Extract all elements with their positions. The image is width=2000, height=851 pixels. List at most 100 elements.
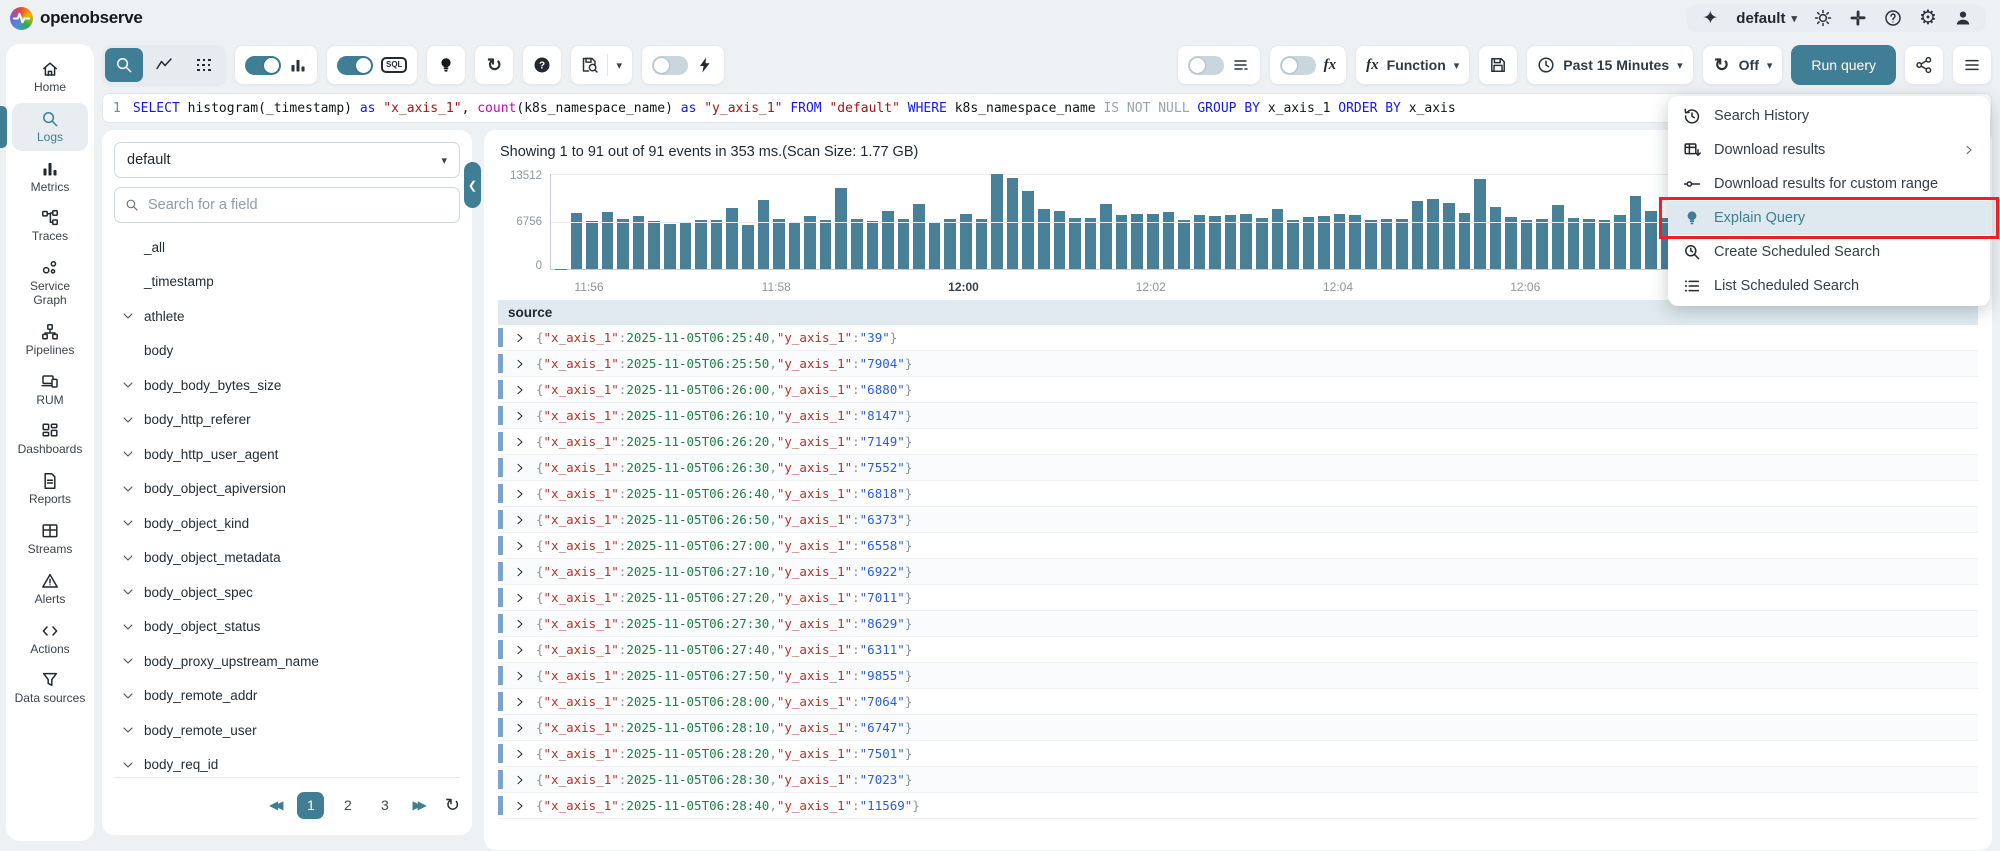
chevron-down-icon[interactable] (121, 689, 135, 703)
table-row[interactable]: {"x_axis_1":2025-11-05T06:27:00,"y_axis_… (498, 533, 1978, 559)
auto-refresh-dropdown[interactable]: ↻ Off ▾ (1702, 45, 1784, 85)
field-search-input[interactable] (148, 197, 449, 213)
expand-row-icon[interactable] (514, 410, 526, 422)
expand-row-icon[interactable] (514, 358, 526, 370)
theme-toggle-icon[interactable] (1814, 9, 1832, 27)
query-help-icon[interactable]: ? (533, 56, 551, 74)
expand-row-icon[interactable] (514, 670, 526, 682)
sidebar-item-rum[interactable]: RUM (12, 366, 88, 414)
chevron-down-icon[interactable] (121, 482, 135, 496)
expand-row-icon[interactable] (514, 644, 526, 656)
chevron-down-icon[interactable] (121, 309, 135, 323)
expand-row-icon[interactable] (514, 384, 526, 396)
table-row[interactable]: {"x_axis_1":2025-11-05T06:25:50,"y_axis_… (498, 351, 1978, 377)
first-page-icon[interactable]: ◀◀ (269, 798, 283, 812)
chevron-down-icon[interactable] (121, 758, 135, 772)
expand-row-icon[interactable] (514, 514, 526, 526)
field-item-body_body_bytes_size[interactable]: body_body_bytes_size (114, 368, 460, 403)
org-selector[interactable]: default ▾ (1736, 10, 1797, 27)
fx-toggle[interactable] (1280, 56, 1316, 75)
expand-row-icon[interactable] (514, 462, 526, 474)
sql-mode-toggle[interactable] (337, 56, 373, 75)
expand-row-icon[interactable] (514, 722, 526, 734)
chevron-down-icon[interactable] (121, 654, 135, 668)
page-button-2[interactable]: 2 (334, 792, 361, 819)
collapse-fields-panel-handle[interactable]: ❮ (464, 162, 481, 208)
wrap-lines-toggle[interactable] (1188, 56, 1224, 75)
expand-row-icon[interactable] (514, 566, 526, 578)
page-button-1[interactable]: 1 (297, 792, 324, 819)
settings-gear-icon[interactable]: ⚙ (1919, 9, 1937, 27)
table-row[interactable]: {"x_axis_1":2025-11-05T06:27:40,"y_axis_… (498, 637, 1978, 663)
sidebar-item-metrics[interactable]: Metrics (12, 153, 88, 201)
expand-row-icon[interactable] (514, 332, 526, 344)
field-item-athlete[interactable]: athlete (114, 299, 460, 334)
refresh-fields-icon[interactable]: ↻ (445, 795, 460, 816)
pattern-mode-button[interactable] (185, 48, 223, 82)
field-item-body_object_status[interactable]: body_object_status (114, 610, 460, 645)
table-row[interactable]: {"x_axis_1":2025-11-05T06:27:50,"y_axis_… (498, 663, 1978, 689)
field-item-body_remote_user[interactable]: body_remote_user (114, 713, 460, 748)
chevron-down-icon[interactable] (121, 551, 135, 565)
histogram-toggle[interactable] (245, 56, 281, 75)
table-row[interactable]: {"x_axis_1":2025-11-05T06:26:30,"y_axis_… (498, 455, 1978, 481)
last-page-icon[interactable]: ▶▶ (412, 798, 426, 812)
menu-item-download-results-for-custom-range[interactable]: Download results for custom range (1668, 167, 1990, 201)
menu-item-create-scheduled-search[interactable]: Create Scheduled Search (1668, 235, 1990, 269)
quick-mode-toggle[interactable] (652, 56, 688, 75)
field-item-body_object_spec[interactable]: body_object_spec (114, 575, 460, 610)
field-item-body_req_id[interactable]: body_req_id (114, 748, 460, 778)
expand-row-icon[interactable] (514, 436, 526, 448)
menu-item-explain-query[interactable]: Explain Query (1668, 201, 1990, 235)
reset-icon[interactable]: ↻ (485, 56, 503, 74)
table-row[interactable]: {"x_axis_1":2025-11-05T06:27:20,"y_axis_… (498, 585, 1978, 611)
expand-row-icon[interactable] (514, 748, 526, 760)
table-row[interactable]: {"x_axis_1":2025-11-05T06:28:00,"y_axis_… (498, 689, 1978, 715)
function-dropdown[interactable]: fx Function ▾ (1355, 45, 1470, 85)
table-row[interactable]: {"x_axis_1":2025-11-05T06:28:40,"y_axis_… (498, 793, 1978, 819)
menu-item-download-results[interactable]: Download results (1668, 133, 1990, 167)
sidebar-item-home[interactable]: Home (12, 53, 88, 101)
table-row[interactable]: {"x_axis_1":2025-11-05T06:26:20,"y_axis_… (498, 429, 1978, 455)
expand-row-icon[interactable] (514, 800, 526, 812)
table-row[interactable]: {"x_axis_1":2025-11-05T06:26:40,"y_axis_… (498, 481, 1978, 507)
table-row[interactable]: {"x_axis_1":2025-11-05T06:26:50,"y_axis_… (498, 507, 1978, 533)
page-button-3[interactable]: 3 (371, 792, 398, 819)
sidebar-item-traces[interactable]: Traces (12, 202, 88, 250)
chevron-down-icon[interactable] (121, 620, 135, 634)
field-item-body_object_apiversion[interactable]: body_object_apiversion (114, 472, 460, 507)
expand-row-icon[interactable] (514, 592, 526, 604)
table-row[interactable]: {"x_axis_1":2025-11-05T06:28:30,"y_axis_… (498, 767, 1978, 793)
sidebar-item-reports[interactable]: Reports (12, 465, 88, 513)
chevron-down-icon[interactable] (121, 378, 135, 392)
run-query-button[interactable]: Run query (1791, 45, 1896, 85)
expand-row-icon[interactable] (514, 618, 526, 630)
sidebar-item-dashboards[interactable]: Dashboards (12, 415, 88, 463)
field-item-_timestamp[interactable]: _timestamp (114, 265, 460, 300)
table-row[interactable]: {"x_axis_1":2025-11-05T06:28:10,"y_axis_… (498, 715, 1978, 741)
table-row[interactable]: {"x_axis_1":2025-11-05T06:25:40,"y_axis_… (498, 325, 1978, 351)
field-item-body_object_metadata[interactable]: body_object_metadata (114, 541, 460, 576)
stream-selector[interactable]: default ▾ (114, 142, 460, 178)
sidebar-item-service-graph[interactable]: Service Graph (12, 252, 88, 314)
field-item-_all[interactable]: _all (114, 230, 460, 265)
field-item-body_http_referer[interactable]: body_http_referer (114, 403, 460, 438)
table-row[interactable]: {"x_axis_1":2025-11-05T06:27:30,"y_axis_… (498, 611, 1978, 637)
expand-row-icon[interactable] (514, 488, 526, 500)
sidebar-item-pipelines[interactable]: Pipelines (12, 316, 88, 364)
lightbulb-icon[interactable] (437, 56, 455, 74)
field-item-body_object_kind[interactable]: body_object_kind (114, 506, 460, 541)
sparkle-icon[interactable]: ✦ (1701, 9, 1719, 27)
chevron-down-icon[interactable] (121, 447, 135, 461)
save-icon[interactable] (1489, 56, 1507, 74)
time-range-dropdown[interactable]: Past 15 Minutes ▾ (1526, 45, 1693, 85)
search-mode-button[interactable] (105, 48, 143, 82)
expand-row-icon[interactable] (514, 696, 526, 708)
user-avatar-icon[interactable] (1954, 9, 1972, 27)
expand-row-icon[interactable] (514, 774, 526, 786)
menu-item-list-scheduled-search[interactable]: List Scheduled Search (1668, 269, 1990, 303)
table-row[interactable]: {"x_axis_1":2025-11-05T06:27:10,"y_axis_… (498, 559, 1978, 585)
help-icon[interactable] (1884, 9, 1902, 27)
field-item-body_proxy_upstream_name[interactable]: body_proxy_upstream_name (114, 644, 460, 679)
chevron-down-icon[interactable] (121, 413, 135, 427)
